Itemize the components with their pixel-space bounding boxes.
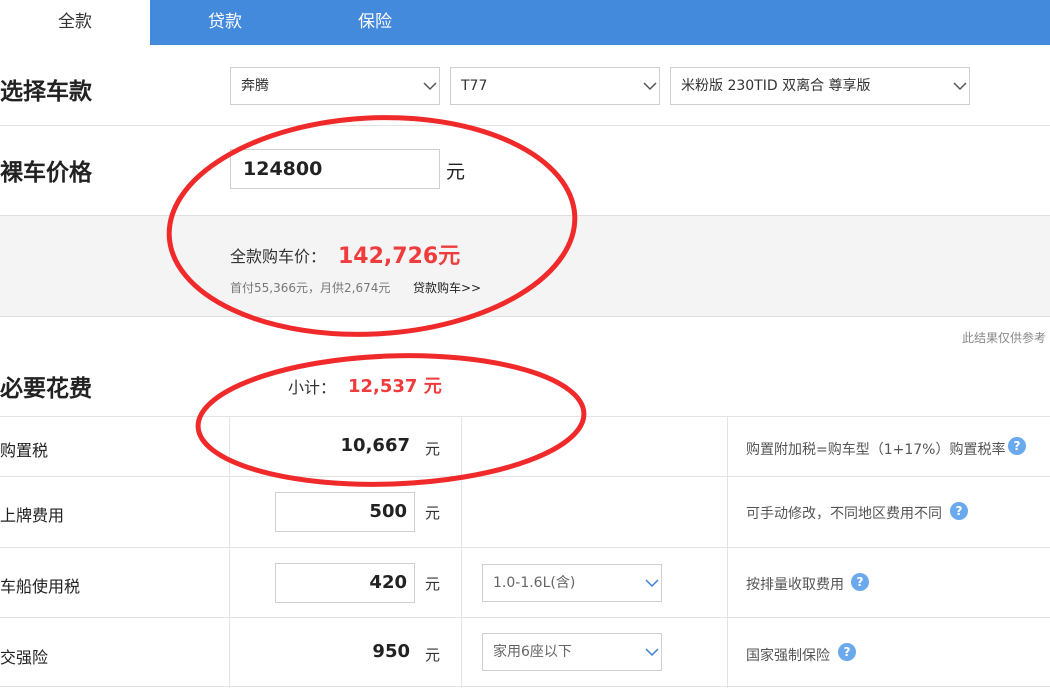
plate-fee-input[interactable]: 500 [275, 492, 415, 532]
subtotal-value: 12,537 元 [348, 376, 442, 397]
table-row-divider [0, 686, 1050, 687]
help-icon[interactable]: ? [950, 502, 968, 520]
total-price-label: 全款购车价： [230, 247, 327, 266]
displacement-select-value: 1.0-1.6L(含) [493, 575, 576, 591]
help-icon[interactable]: ? [851, 573, 869, 591]
plate-fee-unit: 元 [425, 504, 441, 522]
version-select[interactable]: 米粉版 230TID 双离合 尊享版 [670, 67, 970, 105]
purchase-tax-label: 购置税 [0, 441, 49, 460]
annotation-ellipse-subtotal [195, 353, 587, 487]
brand-select[interactable]: 奔腾 [230, 67, 440, 105]
vehicle-tax-unit: 元 [425, 575, 441, 593]
vehicle-tax-label: 车船使用税 [0, 577, 81, 596]
seat-type-select[interactable]: 家用6座以下 [482, 633, 662, 671]
version-select-value: 米粉版 230TID 双离合 尊享版 [681, 78, 871, 94]
summary-box [0, 215, 1050, 317]
help-icon[interactable]: ? [838, 643, 856, 661]
purchase-tax-unit: 元 [425, 440, 441, 458]
table-row-divider [0, 547, 1050, 548]
bare-price-unit: 元 [446, 161, 466, 183]
payment-detail: 首付55,366元，月供2,674元 [230, 281, 391, 295]
compulsory-insurance-label: 交强险 [0, 648, 49, 667]
table-top-line [0, 416, 1050, 417]
compulsory-insurance-unit: 元 [425, 646, 441, 664]
compulsory-insurance-value: 950 [372, 641, 410, 662]
table-col-divider [461, 416, 462, 688]
table-col-divider [727, 416, 728, 688]
seat-type-select-value: 家用6座以下 [493, 644, 572, 660]
tab-full-payment[interactable]: 全款 [0, 0, 150, 45]
table-row-divider [0, 617, 1050, 618]
required-costs-label: 必要花费 [0, 376, 92, 402]
purchase-tax-value: 10,667 [340, 435, 410, 456]
tab-bar: 全款 贷款 保险 [0, 0, 1050, 45]
total-price-value: 142,726元 [338, 244, 461, 269]
plate-fee-label: 上牌费用 [0, 506, 65, 525]
tab-loan[interactable]: 贷款 [150, 0, 300, 45]
bare-price-label: 裸车价格 [0, 160, 92, 186]
brand-select-value: 奔腾 [241, 78, 269, 94]
table-col-divider [229, 416, 230, 688]
tab-insurance[interactable]: 保险 [300, 0, 450, 45]
model-select[interactable]: T77 [450, 67, 660, 105]
plate-fee-note: 可手动修改，不同地区费用不同 [746, 506, 942, 522]
vehicle-tax-note: 按排量收取费用 [746, 577, 844, 593]
subtotal-label: 小计： [288, 378, 337, 397]
displacement-select[interactable]: 1.0-1.6L(含) [482, 564, 662, 602]
purchase-tax-note: 购置附加税=购车型（1+17%）购置税率 [746, 442, 1006, 458]
bare-price-input[interactable]: 124800 [230, 149, 440, 189]
help-icon[interactable]: ? [1008, 437, 1026, 455]
compulsory-insurance-note: 国家强制保险 [746, 648, 830, 664]
table-row-divider [0, 476, 1050, 477]
disclaimer: 此结果仅供参考 [961, 331, 1046, 345]
model-select-value: T77 [461, 78, 488, 94]
select-car-label: 选择车款 [0, 79, 92, 105]
vehicle-tax-input[interactable]: 420 [275, 563, 415, 603]
loan-purchase-link[interactable]: 贷款购车>> [413, 279, 481, 296]
divider [0, 125, 1050, 126]
